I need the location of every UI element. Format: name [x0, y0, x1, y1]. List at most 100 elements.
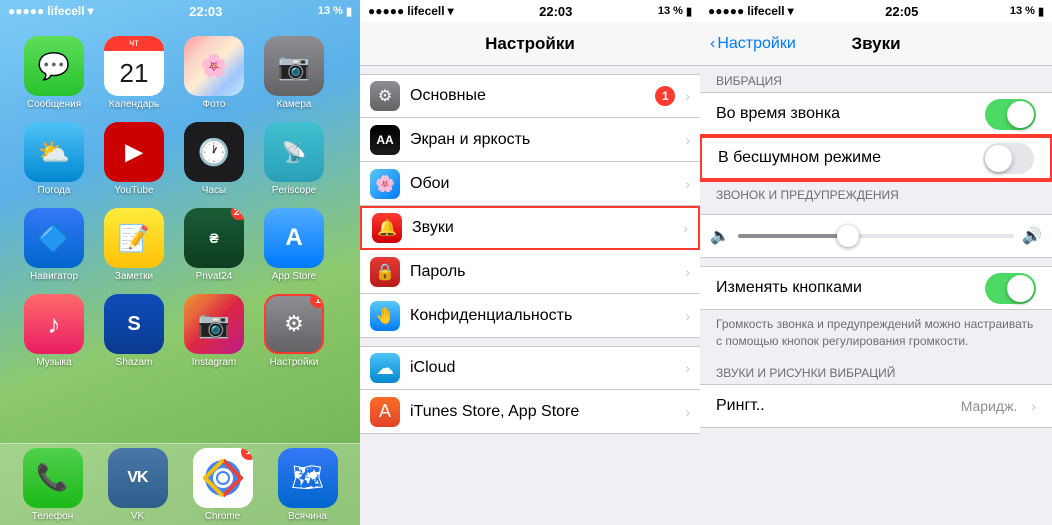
- app-icon-messages[interactable]: 💬: [24, 36, 84, 96]
- general-icon: ⚙: [370, 81, 400, 111]
- dock-label-vk: VK: [131, 511, 144, 522]
- wifi-icon-2: ▾: [448, 4, 454, 18]
- app-icon-shazam[interactable]: S: [104, 294, 164, 354]
- sounds-nav-bar: ‹ Настройки Звуки: [700, 22, 1052, 66]
- change-buttons-row[interactable]: Изменять кнопками: [700, 266, 1052, 310]
- wallpaper-chevron: ›: [685, 176, 690, 192]
- volume-thumb[interactable]: [837, 225, 859, 247]
- app-calendar[interactable]: чт 21 Календарь: [96, 36, 172, 118]
- status-carrier-2: ●●●●● lifecell ▾: [368, 4, 454, 18]
- app-icon-navigator[interactable]: 🔷: [24, 208, 84, 268]
- dock-icon-vk[interactable]: VK: [108, 448, 168, 508]
- app-label-youtube: YouTube: [114, 185, 153, 196]
- carrier-name-3: lifecell: [747, 4, 784, 18]
- change-buttons-toggle[interactable]: [985, 273, 1036, 304]
- wifi-icon-3: ▾: [788, 4, 794, 18]
- app-shazam[interactable]: S Shazam: [96, 294, 172, 376]
- settings-row-general[interactable]: ⚙ Основные 1 ›: [360, 74, 700, 118]
- app-privat24[interactable]: ₴ 24 Privat24: [176, 208, 252, 290]
- icloud-icon: ☁: [370, 353, 400, 383]
- vibration-header: ВИБРАЦИЯ: [700, 66, 1052, 92]
- app-label-camera: Камера: [277, 99, 312, 110]
- icloud-chevron: ›: [685, 360, 690, 376]
- dock-phone[interactable]: 📞 Телефон: [23, 448, 83, 522]
- dock-chrome[interactable]: 1 Chrome: [193, 448, 253, 522]
- display-chevron: ›: [685, 132, 690, 148]
- settings-row-itunes[interactable]: A iTunes Store, App Store ›: [360, 390, 700, 434]
- app-youtube[interactable]: ▶ YouTube: [96, 122, 172, 204]
- during-call-toggle[interactable]: [985, 99, 1036, 130]
- app-icon-appstore[interactable]: A: [264, 208, 324, 268]
- dock-icon-phone[interactable]: 📞: [23, 448, 83, 508]
- status-time: 22:03: [189, 4, 222, 19]
- ringtone-row[interactable]: Рингт.. Маридж. ›: [700, 384, 1052, 428]
- app-weather[interactable]: ⛅ Погода: [16, 122, 92, 204]
- app-icon-photos[interactable]: 🌸: [184, 36, 244, 96]
- dock-maps[interactable]: 🗺 Всячина: [278, 448, 338, 522]
- app-photos[interactable]: 🌸 Фото: [176, 36, 252, 118]
- silent-mode-row[interactable]: В бесшумном режиме: [700, 136, 1052, 180]
- sounds-list-header: ЗВУКИ И РИСУНКИ ВИБРАЦИЙ: [700, 358, 1052, 384]
- settings-row-privacy[interactable]: 🤚 Конфиденциальность ›: [360, 294, 700, 338]
- back-label[interactable]: Настройки: [717, 35, 795, 53]
- app-label-navigator: Навигатор: [30, 271, 78, 282]
- app-messages[interactable]: 💬 Сообщения: [16, 36, 92, 118]
- app-label-appstore: App Store: [272, 271, 316, 282]
- settings-row-icloud[interactable]: ☁ iCloud ›: [360, 346, 700, 390]
- app-instagram[interactable]: 📷 Instagram: [176, 294, 252, 376]
- general-label: Основные: [410, 87, 645, 105]
- signal-icon-2: ●●●●●: [368, 4, 404, 18]
- volume-fill: [738, 234, 848, 238]
- app-navigator[interactable]: 🔷 Навигатор: [16, 208, 92, 290]
- app-notes[interactable]: 📝 Заметки: [96, 208, 172, 290]
- dock-label-maps: Всячина: [288, 511, 327, 522]
- status-carrier: ●●●●● lifecell ▾: [8, 4, 94, 18]
- status-carrier-3: ●●●●● lifecell ▾: [708, 4, 794, 18]
- display-icon: AA: [370, 125, 400, 155]
- app-icon-notes[interactable]: 📝: [104, 208, 164, 268]
- app-appstore[interactable]: A App Store: [256, 208, 332, 290]
- app-icon-calendar[interactable]: чт 21: [104, 36, 164, 96]
- app-icon-youtube[interactable]: ▶: [104, 122, 164, 182]
- settings-row-passcode[interactable]: 🔒 Пароль ›: [360, 250, 700, 294]
- during-call-row[interactable]: Во время звонка: [700, 92, 1052, 136]
- app-icon-camera[interactable]: 📷: [264, 36, 324, 96]
- wallpaper-icon: 🌸: [370, 169, 400, 199]
- app-icon-privat24[interactable]: ₴ 24: [184, 208, 244, 268]
- dock-icon-maps[interactable]: 🗺: [278, 448, 338, 508]
- app-icon-instagram[interactable]: 📷: [184, 294, 244, 354]
- general-chevron: ›: [685, 88, 690, 104]
- app-music[interactable]: ♪ Музыка: [16, 294, 92, 376]
- status-battery-2: 13 % ▮: [658, 5, 692, 18]
- app-camera[interactable]: 📷 Камера: [256, 36, 332, 118]
- back-button[interactable]: ‹ Настройки: [710, 35, 796, 53]
- settings-row-sounds[interactable]: 🔔 Звуки ›: [360, 206, 700, 250]
- settings-row-display[interactable]: AA Экран и яркость ›: [360, 118, 700, 162]
- battery-icon-3: ▮: [1038, 5, 1044, 18]
- app-icon-music[interactable]: ♪: [24, 294, 84, 354]
- app-icon-weather[interactable]: ⛅: [24, 122, 84, 182]
- dock: 📞 Телефон VK VK 1 Chrome 🗺: [0, 443, 360, 525]
- settings-row-wallpaper[interactable]: 🌸 Обои ›: [360, 162, 700, 206]
- dock-icon-chrome[interactable]: 1: [193, 448, 253, 508]
- status-bar-1: ●●●●● lifecell ▾ 22:03 13 % ▮: [0, 0, 360, 22]
- sounds-chevron: ›: [683, 220, 688, 236]
- icloud-label: iCloud: [410, 359, 675, 377]
- app-icon-periscope[interactable]: 📡: [264, 122, 324, 182]
- carrier-name: lifecell: [47, 4, 84, 18]
- app-icon-settings[interactable]: ⚙ 1: [264, 294, 324, 354]
- dock-vk[interactable]: VK VK: [108, 448, 168, 522]
- app-clock[interactable]: 🕐 Часы: [176, 122, 252, 204]
- ringtone-value: Маридж.: [961, 398, 1018, 414]
- app-icon-clock[interactable]: 🕐: [184, 122, 244, 182]
- volume-slider[interactable]: [738, 234, 1014, 238]
- app-periscope[interactable]: 📡 Periscope: [256, 122, 332, 204]
- phone1-homescreen: ●●●●● lifecell ▾ 22:03 13 % ▮ 💬 Сообщени…: [0, 0, 360, 525]
- app-label-instagram: Instagram: [192, 357, 236, 368]
- sounds-icon: 🔔: [372, 213, 402, 243]
- app-settings[interactable]: ⚙ 1 Настройки: [256, 294, 332, 376]
- app-label-periscope: Periscope: [272, 185, 316, 196]
- change-buttons-label: Изменять кнопками: [716, 279, 975, 297]
- silent-mode-toggle[interactable]: [983, 143, 1034, 174]
- battery-icon-2: ▮: [686, 5, 692, 18]
